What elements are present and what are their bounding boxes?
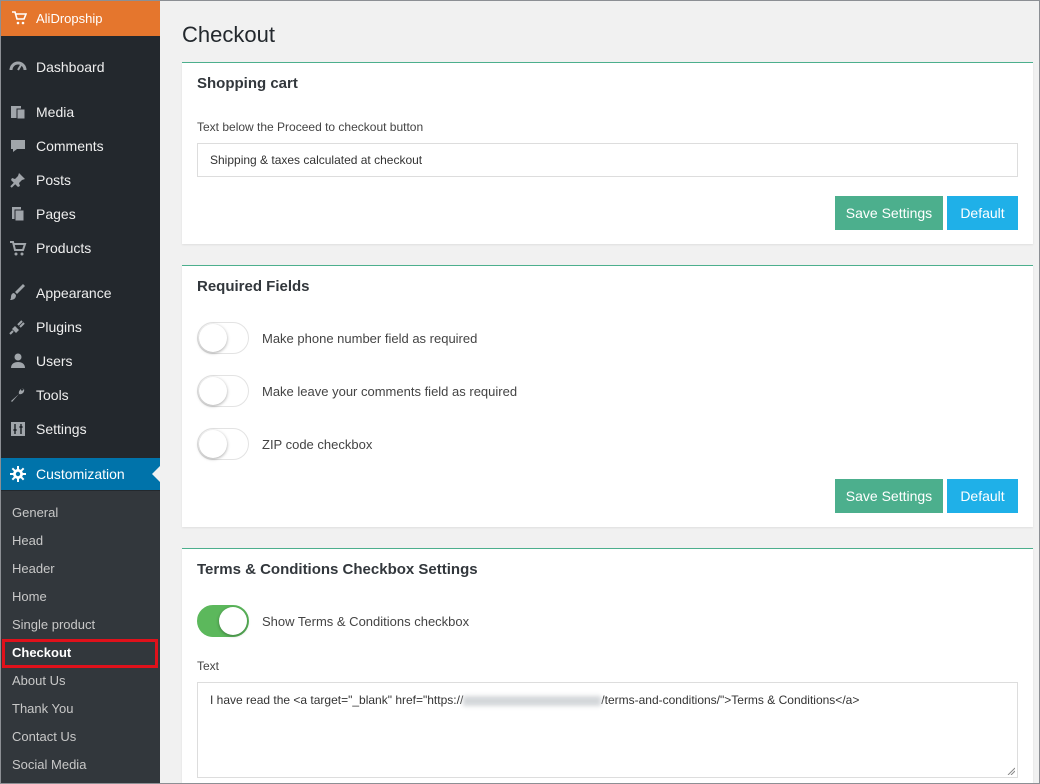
toggle-row-terms: Show Terms & Conditions checkbox: [197, 605, 469, 637]
sidebar-item-customization[interactable]: Customization: [0, 458, 160, 490]
sidebar-item-label: Tools: [36, 387, 69, 403]
toggle-label: Show Terms & Conditions checkbox: [262, 613, 470, 629]
terms-panel: Terms & Conditions Checkbox Settings Sho…: [182, 548, 1033, 784]
sidebar-item-label: Comments: [36, 138, 104, 154]
default-button[interactable]: Default: [947, 479, 1018, 513]
wrench-icon: [8, 385, 28, 405]
media-icon: [8, 102, 28, 122]
submenu-item-home[interactable]: Home: [12, 589, 47, 604]
settings-sliders-icon: [8, 419, 28, 439]
sidebar-item-label: Customization: [36, 466, 125, 482]
customization-submenu: General Head Header Home Single product …: [0, 491, 160, 784]
sidebar-item-label: Dashboard: [36, 59, 105, 75]
submenu-item-header[interactable]: Header: [12, 561, 55, 576]
terms-text-after: /terms-and-conditions/">Terms & Conditio…: [601, 693, 860, 707]
submenu-item-contact-us[interactable]: Contact Us: [12, 729, 76, 744]
submenu-item-single-product[interactable]: Single product: [12, 617, 95, 632]
submenu-item-social-media[interactable]: Social Media: [12, 757, 86, 772]
redacted-domain: [463, 695, 602, 706]
comments-icon: [8, 136, 28, 156]
shopping-cart-panel: Shopping cart Text below the Proceed to …: [182, 62, 1033, 244]
sidebar-item-products[interactable]: Products: [0, 232, 160, 264]
phone-required-toggle[interactable]: [197, 322, 249, 354]
sidebar-item-label: Appearance: [36, 285, 112, 301]
zip-checkbox-toggle[interactable]: [197, 428, 249, 460]
panel-title: Required Fields: [197, 278, 310, 295]
sidebar-item-appearance[interactable]: Appearance: [0, 277, 160, 309]
checkout-text-input[interactable]: [197, 143, 1018, 177]
brush-icon: [8, 283, 28, 303]
terms-text-before: I have read the <a target="_blank" href=…: [210, 693, 464, 707]
pages-icon: [8, 204, 28, 224]
sidebar-item-label: Settings: [36, 421, 87, 437]
comments-required-toggle[interactable]: [197, 375, 249, 407]
text-label: Text: [197, 659, 220, 673]
field-label: Text below the Proceed to checkout butto…: [197, 120, 424, 134]
sidebar-item-pages[interactable]: Pages: [0, 198, 160, 230]
cart-icon: [8, 238, 28, 258]
submenu-item-thank-you[interactable]: Thank You: [12, 701, 73, 716]
show-terms-toggle[interactable]: [197, 605, 249, 637]
sidebar-item-tools[interactable]: Tools: [0, 379, 160, 411]
dashboard-icon: [8, 57, 28, 77]
sidebar-item-label: Pages: [36, 206, 76, 222]
user-icon: [8, 351, 28, 371]
sidebar-item-users[interactable]: Users: [0, 345, 160, 377]
toggle-label: ZIP code checkbox: [262, 436, 373, 452]
gear-icon: [8, 464, 28, 484]
panel-title: Terms & Conditions Checkbox Settings: [197, 561, 478, 578]
sidebar-item-label: Media: [36, 104, 75, 120]
sidebar-item-posts[interactable]: Posts: [0, 164, 160, 196]
submenu-item-general[interactable]: General: [12, 505, 58, 520]
sidebar-item-label: Posts: [36, 172, 72, 188]
terms-textarea[interactable]: I have read the <a target="_blank" href=…: [197, 682, 1018, 778]
plugin-icon: [8, 317, 28, 337]
toggle-row-phone: Make phone number field as required: [197, 322, 477, 354]
panel-title: Shopping cart: [197, 75, 298, 92]
sidebar-item-label: Users: [36, 353, 73, 369]
sidebar-item-settings[interactable]: Settings: [0, 413, 160, 445]
checkout-highlight-box: [2, 639, 158, 668]
admin-sidebar: AliDropship Dashboard Media Comments Pos…: [0, 0, 160, 784]
save-settings-button[interactable]: Save Settings: [835, 196, 943, 230]
sidebar-item-dashboard[interactable]: Dashboard: [0, 51, 160, 83]
toggle-row-zip: ZIP code checkbox: [197, 428, 372, 460]
sidebar-item-label: Plugins: [36, 319, 82, 335]
default-button[interactable]: Default: [947, 196, 1018, 230]
sidebar-item-label: Products: [36, 240, 92, 256]
sidebar-item-plugins[interactable]: Plugins: [0, 311, 160, 343]
cart-icon: [10, 10, 28, 26]
pin-icon: [8, 170, 28, 190]
sidebar-item-media[interactable]: Media: [0, 96, 160, 128]
submenu-item-about-us[interactable]: About Us: [12, 673, 65, 688]
save-settings-button[interactable]: Save Settings: [835, 479, 943, 513]
submenu-item-head[interactable]: Head: [12, 533, 43, 548]
toggle-label: Make leave your comments field as requir…: [262, 383, 518, 399]
page-title: Checkout: [182, 22, 275, 47]
toggle-row-comments: Make leave your comments field as requir…: [197, 375, 517, 407]
required-fields-panel: Required Fields Make phone number field …: [182, 265, 1033, 527]
brand-bar[interactable]: AliDropship: [0, 0, 160, 36]
brand-name: AliDropship: [36, 10, 103, 26]
sidebar-item-comments[interactable]: Comments: [0, 130, 160, 162]
resize-grip-icon[interactable]: [1007, 767, 1015, 775]
toggle-label: Make phone number field as required: [262, 330, 478, 346]
